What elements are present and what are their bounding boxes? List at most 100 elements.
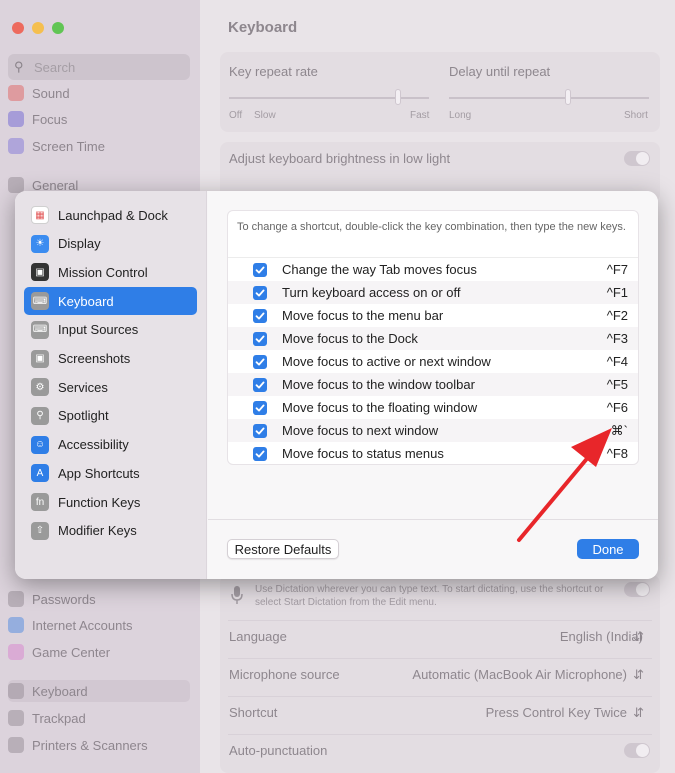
restore-defaults-button[interactable]: Restore Defaults	[227, 539, 339, 559]
bg-sidebar-item-keyboard[interactable]: Keyboard	[8, 680, 190, 702]
checkmark-icon	[255, 404, 265, 411]
shortcut-key-combination[interactable]: ^F5	[607, 377, 628, 392]
shortcut-checkbox[interactable]	[253, 354, 267, 369]
shortcut-row[interactable]: Move focus to next window ⌘`	[228, 419, 638, 442]
shortcut-key-combination[interactable]: ^F3	[607, 331, 628, 346]
bg-sidebar-item-internet-accounts[interactable]: Internet Accounts	[8, 614, 190, 636]
sidebar-item-mission-control[interactable]: ▣ Mission Control	[24, 258, 197, 286]
sidebar-item-label: Launchpad & Dock	[58, 207, 168, 223]
bg-sidebar-icon	[8, 85, 24, 101]
sidebar-item-display[interactable]: ☀ Display	[24, 230, 197, 258]
delay-repeat-slider[interactable]	[449, 97, 649, 99]
modifier-keys-icon: ⇧	[31, 521, 49, 540]
shortcut-key-combination[interactable]: ^F8	[607, 446, 628, 461]
shortcut-checkbox[interactable]	[253, 423, 267, 438]
auto-punctuation-toggle[interactable]	[624, 743, 650, 758]
checkmark-icon	[255, 358, 265, 365]
app-shortcuts-icon: A	[31, 464, 49, 483]
brightness-toggle[interactable]	[624, 151, 650, 166]
shortcut-row[interactable]: Move focus to status menus ^F8	[228, 442, 638, 465]
sidebar-item-label: Modifier Keys	[58, 523, 137, 539]
shortcut-row[interactable]: Move focus to the floating window ^F6	[228, 396, 638, 419]
language-popup[interactable]: English (India)	[560, 629, 643, 644]
bg-sidebar-item-sound[interactable]: Sound	[8, 82, 190, 104]
shortcut-checkbox[interactable]	[253, 377, 267, 392]
bg-sidebar-item-focus[interactable]: Focus	[8, 108, 190, 130]
bg-sidebar-item-game-center[interactable]: Game Center	[8, 641, 190, 663]
bg-sidebar-label: Sound	[32, 85, 70, 101]
shortcut-popup[interactable]: Press Control Key Twice	[486, 705, 627, 720]
bg-sidebar-item-trackpad[interactable]: Trackpad	[8, 707, 190, 729]
mission-control-icon: ▣	[31, 263, 49, 282]
fast-label: Fast	[410, 110, 430, 121]
bg-sidebar-label: Focus	[32, 111, 68, 127]
shortcut-label: Move focus to status menus	[282, 446, 444, 461]
checkmark-icon	[255, 289, 265, 296]
microphone-source-popup[interactable]: Automatic (MacBook Air Microphone)	[412, 667, 627, 682]
sidebar-item-spotlight[interactable]: ⚲ Spotlight	[24, 402, 197, 430]
shortcut-label: Change the way Tab moves focus	[282, 262, 477, 277]
sidebar-item-accessibility[interactable]: ☺ Accessibility	[24, 431, 197, 459]
search-placeholder: Search	[34, 60, 76, 75]
sidebar-item-modifier-keys[interactable]: ⇧ Modifier Keys	[24, 517, 197, 545]
delay-repeat-knob[interactable]	[565, 89, 571, 105]
shortcut-key-combination[interactable]: ^F6	[607, 400, 628, 415]
shortcut-key-combination[interactable]: ^F2	[607, 308, 628, 323]
shortcut-checkbox[interactable]	[253, 331, 267, 346]
checkmark-icon	[255, 450, 265, 457]
bg-sidebar-icon	[8, 591, 24, 607]
shortcut-key-combination[interactable]: ^F7	[607, 262, 628, 277]
sidebar-item-screenshots[interactable]: ▣ Screenshots	[24, 345, 197, 373]
shortcut-checkbox[interactable]	[253, 308, 267, 323]
dictation-toggle[interactable]	[624, 582, 650, 597]
sidebar-item-label: Input Sources	[58, 322, 139, 338]
key-repeat-knob[interactable]	[395, 89, 401, 105]
popup-chevron-icon: ⇵	[633, 705, 644, 720]
shortcut-row[interactable]: Change the way Tab moves focus ^F7	[228, 258, 638, 281]
search-field[interactable]: ⚲ Search	[8, 54, 190, 80]
shortcut-key-combination[interactable]: ^F1	[607, 285, 628, 300]
sidebar-item-services[interactable]: ⚙ Services	[24, 373, 197, 401]
shortcut-row[interactable]: Move focus to active or next window ^F4	[228, 350, 638, 373]
shortcut-checkbox[interactable]	[253, 446, 267, 461]
shortcut-row[interactable]: Move focus to the window toolbar ^F5	[228, 373, 638, 396]
divider	[208, 519, 658, 520]
bg-sidebar-icon	[8, 111, 24, 127]
sidebar-item-launchpad-dock[interactable]: ▦ Launchpad & Dock	[24, 201, 197, 229]
shortcuts-sidebar: ▦ Launchpad & Dock ☀ Display ▣ Mission Contro…	[15, 191, 207, 579]
bg-sidebar-label: Printers & Scanners	[32, 737, 148, 753]
keyboard-shortcuts-sheet: ▦ Launchpad & Dock ☀ Display ▣ Mission Contro…	[15, 191, 658, 579]
sidebar-item-keyboard[interactable]: ⌨ Keyboard	[24, 287, 197, 316]
shortcut-row[interactable]: Move focus to the menu bar ^F2	[228, 304, 638, 327]
short-label: Short	[624, 110, 648, 121]
popup-chevron-icon: ⇵	[633, 667, 644, 682]
microphone-source-label: Microphone source	[229, 667, 340, 682]
shortcut-checkbox[interactable]	[253, 285, 267, 300]
shortcut-checkbox[interactable]	[253, 400, 267, 415]
off-label: Off	[229, 110, 243, 121]
shortcut-key-combination[interactable]: ⌘`	[611, 423, 628, 439]
shortcut-row[interactable]: Turn keyboard access on or off ^F1	[228, 281, 638, 304]
minimize-window-button[interactable]	[32, 22, 44, 34]
sidebar-item-function-keys[interactable]: fn Function Keys	[24, 488, 197, 516]
bg-sidebar-icon	[8, 138, 24, 154]
bg-sidebar-item-printers-scanners[interactable]: Printers & Scanners	[8, 734, 190, 756]
shortcut-label: Move focus to the floating window	[282, 400, 478, 415]
bg-sidebar-label: Keyboard	[32, 683, 88, 699]
sidebar-item-app-shortcuts[interactable]: A App Shortcuts	[24, 459, 197, 487]
shortcut-key-combination[interactable]: ^F4	[607, 354, 628, 369]
shortcut-checkbox[interactable]	[253, 262, 267, 277]
done-button[interactable]: Done	[577, 539, 639, 559]
zoom-window-button[interactable]	[52, 22, 64, 34]
shortcut-label: Shortcut	[229, 705, 278, 720]
sidebar-item-input-sources[interactable]: ⌨ Input Sources	[24, 316, 197, 344]
input-sources-icon: ⌨	[31, 320, 49, 339]
shortcut-row[interactable]: Move focus to the Dock ^F3	[228, 327, 638, 350]
key-repeat-rate-label: Key repeat rate	[229, 64, 318, 79]
bg-sidebar-item-screen-time[interactable]: Screen Time	[8, 135, 190, 157]
bg-sidebar-item-passwords[interactable]: Passwords	[8, 588, 190, 610]
bg-sidebar-label: Internet Accounts	[32, 617, 133, 633]
bg-sidebar-icon	[8, 710, 24, 726]
sidebar-item-label: Accessibility	[58, 437, 129, 453]
close-window-button[interactable]	[12, 22, 24, 34]
